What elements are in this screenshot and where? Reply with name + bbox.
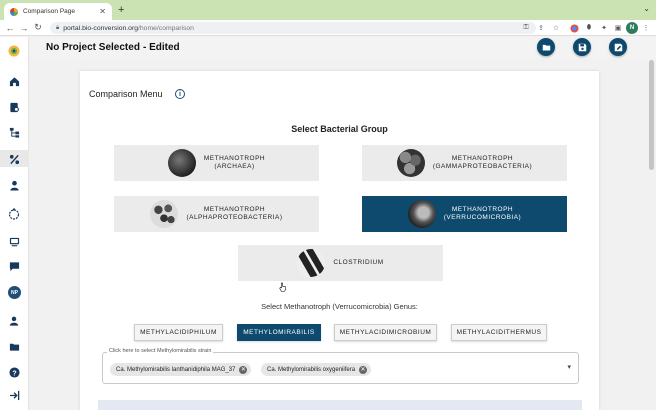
gammaproteobacteria-image xyxy=(396,149,425,177)
genus-methylacidithermus-button[interactable]: METHYLACIDITHERMUS xyxy=(451,324,547,341)
browser-tabstrip: Comparison Page ✕ + ⌄ xyxy=(0,0,656,20)
group-label: METHANOTROPH (ARCHAEA) xyxy=(203,155,266,170)
svg-text:?: ? xyxy=(12,368,17,377)
hierarchy-icon[interactable] xyxy=(7,125,21,139)
group-gammaproteobacteria[interactable]: METHANOTROPH (GAMMAPROTEOBACTERIA) xyxy=(362,145,567,181)
monitor-icon[interactable] xyxy=(7,234,21,248)
open-folder-button[interactable] xyxy=(537,38,555,56)
app-sidebar: NP ? xyxy=(0,37,29,410)
strain-chip-label: Ca. Methylomirabilis oxygeniifera xyxy=(267,366,356,373)
page-scrollbar[interactable] xyxy=(649,60,654,170)
scientist-icon[interactable] xyxy=(7,178,21,192)
sidepanel-icon[interactable]: ▣ xyxy=(612,22,624,34)
comparison-card: Comparison Menu i Select Bacterial Group… xyxy=(80,71,599,410)
strain-select-label: Click here to select Methylomirabilis st… xyxy=(107,348,214,354)
card-title: Comparison Menu xyxy=(89,89,163,99)
address-bar: ← → ↻ 🔒︎ portal.bio-conversion.org/home/… xyxy=(0,20,656,36)
person-icon[interactable] xyxy=(7,314,21,328)
favicon-icon xyxy=(10,7,18,16)
genus-methylacidiphilum-button[interactable]: METHYLACIDIPHILUM xyxy=(134,324,223,341)
hand-cursor-icon xyxy=(279,282,287,292)
search-document-icon[interactable] xyxy=(7,100,21,114)
back-icon[interactable]: ← xyxy=(3,23,17,33)
chat-icon[interactable] xyxy=(7,259,21,273)
group-verrucomicrobia[interactable]: METHANOTROPH (VERRUCOMICROBIA) xyxy=(362,196,567,232)
strain-chip: Ca. Methylomirabilis oxygeniifera ✕ xyxy=(261,363,372,376)
folders-icon[interactable] xyxy=(7,339,21,353)
group-label: CLOSTRIDIUM xyxy=(333,259,384,266)
logout-icon[interactable] xyxy=(7,388,21,402)
genus-title: Select Methanotroph (Verrucomicrobia) Ge… xyxy=(261,302,418,311)
group-archaea[interactable]: METHANOTROPH (ARCHAEA) xyxy=(114,145,319,181)
save-icon xyxy=(578,43,586,51)
project-name: No Project Selected xyxy=(46,42,140,53)
group-label: METHANOTROPH (GAMMAPROTEOBACTERIA) xyxy=(432,155,533,170)
info-icon[interactable]: i xyxy=(175,89,185,99)
remove-chip-icon[interactable]: ✕ xyxy=(239,365,248,374)
save-as-button[interactable] xyxy=(609,38,627,56)
menu-dots-icon[interactable]: ⋮ xyxy=(640,22,652,34)
strain-chip-label: Ca. Methylomirabilis lanthanidiphila MAG… xyxy=(116,366,236,373)
edited-status: - Edited xyxy=(143,42,180,53)
star-icon[interactable]: ☆ xyxy=(550,22,562,34)
lock-icon: 🔒︎ xyxy=(56,24,60,31)
genus-methylomirabilis-button[interactable]: METHYLOMIRABILIS xyxy=(237,324,321,341)
url-path: /home/comparison xyxy=(138,24,194,32)
dropper-icon[interactable]: ⬮ xyxy=(583,22,595,34)
group-label: METHANOTROPH (VERRUCOMICROBIA) xyxy=(443,206,522,221)
alphaproteobacteria-image xyxy=(150,200,179,228)
profile-avatar[interactable]: N xyxy=(626,22,638,34)
group-alphaproteobacteria[interactable]: METHANOTROPH (ALPHAPROTEOBACTERIA) xyxy=(114,196,319,232)
save-button[interactable] xyxy=(573,38,591,56)
percent-icon[interactable] xyxy=(7,152,21,166)
section-title: Select Bacterial Group xyxy=(291,124,388,134)
puzzle-icon[interactable]: ✦ xyxy=(598,22,610,34)
group-clostridium[interactable]: CLOSTRIDIUM xyxy=(238,245,443,281)
tab-search-icon[interactable]: ⌄ xyxy=(643,4,650,13)
home-icon[interactable] xyxy=(7,74,21,88)
strain-chip: Ca. Methylomirabilis lanthanidiphila MAG… xyxy=(110,363,252,376)
group-label: METHANOTROPH (ALPHAPROTEOBACTERIA) xyxy=(186,206,283,221)
key-icon[interactable]: ⚿ xyxy=(520,22,532,34)
chevron-down-icon[interactable]: ▾ xyxy=(567,363,571,371)
clostridium-image xyxy=(297,249,326,277)
browser-tab[interactable]: Comparison Page ✕ xyxy=(4,3,112,20)
results-panel xyxy=(98,400,582,410)
folder-icon xyxy=(542,44,550,50)
genus-methylacidimicrobium-button[interactable]: METHYLACIDIMICROBIUM xyxy=(334,324,437,341)
remove-chip-icon[interactable]: ✕ xyxy=(359,365,368,374)
logo-icon[interactable] xyxy=(7,44,21,58)
new-tab-button[interactable]: + xyxy=(118,4,124,16)
close-tab-icon[interactable]: ✕ xyxy=(99,7,106,16)
app-header: No Project Selected - Edited xyxy=(30,37,656,59)
verrucomicrobia-image xyxy=(407,200,436,228)
flask-icon[interactable] xyxy=(7,207,21,221)
strain-select[interactable]: Click here to select Methylomirabilis st… xyxy=(102,348,579,384)
save-as-icon xyxy=(614,43,622,51)
reload-icon[interactable]: ↻ xyxy=(31,22,45,33)
extension-color-icon[interactable] xyxy=(568,22,580,34)
forward-icon[interactable]: → xyxy=(17,23,31,33)
url-host: portal.bio-conversion.org xyxy=(63,24,139,32)
help-icon[interactable]: ? xyxy=(7,365,21,379)
tab-title: Comparison Page xyxy=(23,8,76,15)
share-icon[interactable]: ⇪ xyxy=(535,22,547,34)
archaea-image xyxy=(167,149,196,177)
url-input[interactable]: 🔒︎ portal.bio-conversion.org/home/compar… xyxy=(50,22,536,34)
user-avatar[interactable]: NP xyxy=(8,286,21,299)
